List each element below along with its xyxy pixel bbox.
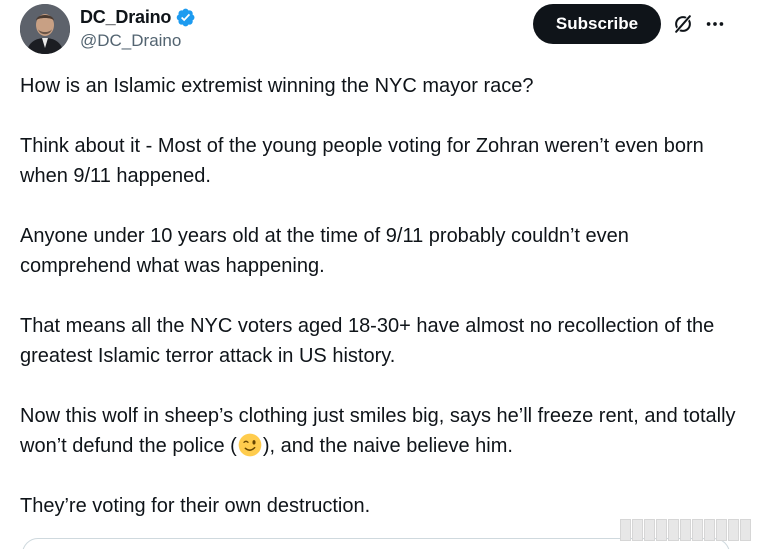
tweet-paragraph: Think about it - Most of the young peopl… [20, 135, 704, 187]
more-horizontal-icon[interactable] [704, 13, 726, 35]
tweet-header: DC_Draino @DC_Draino Subscribe [0, 0, 759, 60]
tweet-text-segment: ), and the naive believe him. [262, 435, 513, 457]
grok-icon[interactable] [672, 13, 694, 35]
avatar[interactable] [20, 4, 70, 54]
winking-face-emoji-icon [238, 433, 262, 457]
tweet-paragraph: That means all the NYC voters aged 18-30… [20, 315, 715, 367]
tweet-paragraph: How is an Islamic extremist winning the … [20, 75, 534, 97]
user-handle[interactable]: @DC_Draino [80, 31, 181, 51]
tweet-paragraph: Now this wolf in sheep’s clothing just s… [20, 401, 740, 461]
watermark-decoration [620, 518, 752, 542]
tweet-paragraph: Anyone under 10 years old at the time of… [20, 225, 629, 277]
name-row: DC_Draino [80, 6, 196, 28]
tweet-paragraph: They’re voting for their own destruction… [20, 495, 371, 517]
subscribe-button[interactable]: Subscribe [533, 4, 661, 44]
display-name[interactable]: DC_Draino [80, 6, 171, 28]
verified-badge-icon[interactable] [175, 7, 196, 28]
tweet-text: How is an Islamic extremist winning the … [20, 71, 740, 521]
